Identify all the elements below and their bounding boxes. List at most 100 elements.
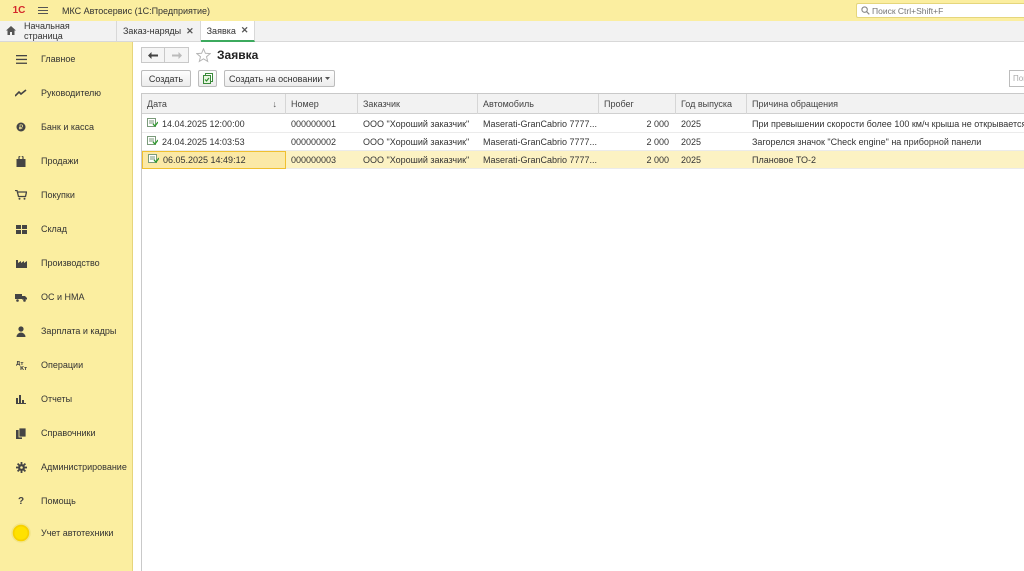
year-cell: 2025 bbox=[681, 119, 702, 129]
page-title: Заявка bbox=[217, 48, 259, 62]
tab-label: Заказ-наряды bbox=[123, 26, 182, 36]
form-header: Заявка bbox=[141, 47, 258, 63]
back-button[interactable] bbox=[141, 47, 165, 63]
sidebar-item-warehouse[interactable]: Склад bbox=[0, 219, 133, 239]
column-header-year[interactable]: Год выпуска bbox=[676, 94, 747, 114]
table-header: Дата ↓ Номер Заказчик Автомобиль Пробег … bbox=[142, 94, 1024, 114]
sidebar-item-production[interactable]: Производство bbox=[0, 253, 133, 273]
close-icon[interactable]: ✕ bbox=[241, 25, 249, 36]
create-button[interactable]: Создать bbox=[141, 70, 191, 87]
reason-cell: Плановое ТО-2 bbox=[752, 155, 816, 165]
year-cell: 2025 bbox=[681, 155, 702, 165]
sidebar-item-catalogs[interactable]: Справочники bbox=[0, 423, 133, 443]
sidebar-item-purchases[interactable]: Покупки bbox=[0, 185, 133, 205]
form-area: Заявка Создать Создать на основании Поис… bbox=[134, 42, 1024, 571]
column-header-number[interactable]: Номер bbox=[286, 94, 358, 114]
customer-cell: ООО "Хороший заказчик" bbox=[363, 155, 470, 165]
sidebar-item-reports[interactable]: Отчеты bbox=[0, 389, 133, 409]
column-header-date[interactable]: Дата ↓ bbox=[142, 94, 286, 114]
number-cell: 000000001 bbox=[291, 119, 337, 129]
warehouse-icon bbox=[14, 222, 28, 236]
document-posted-icon bbox=[147, 133, 159, 151]
column-label: Дата bbox=[147, 99, 167, 109]
app-logo: 1С bbox=[12, 5, 26, 16]
create-based-on-button[interactable]: Создать на основании bbox=[224, 70, 335, 87]
svg-text:₽: ₽ bbox=[19, 124, 24, 132]
reason-cell: Загорелся значок "Check engine" на прибо… bbox=[752, 137, 982, 147]
car-cell: Maserati-GranCabrio 7777... bbox=[483, 137, 598, 147]
app-title: МКС Автосервис (1С:Предприятие) bbox=[62, 5, 211, 16]
mileage-cell: 2 000 bbox=[646, 155, 669, 165]
date-value: 06.05.2025 14:49:12 bbox=[163, 155, 246, 165]
column-header-mileage[interactable]: Пробег bbox=[599, 94, 676, 114]
list-search-input[interactable]: Поиск (Ctrl+F) bbox=[1009, 70, 1024, 87]
document-posted-icon bbox=[148, 152, 160, 168]
mileage-cell: 2 000 bbox=[646, 119, 669, 129]
customer-cell: ООО "Хороший заказчик" bbox=[363, 137, 470, 147]
number-cell: 000000002 bbox=[291, 137, 337, 147]
date-value: 24.04.2025 14:03:53 bbox=[162, 137, 245, 147]
copy-document-icon bbox=[202, 73, 213, 84]
operations-icon: Дт Кт bbox=[14, 358, 28, 372]
requests-table: Дата ↓ Номер Заказчик Автомобиль Пробег … bbox=[141, 93, 1024, 571]
sidebar-item-manager[interactable]: Руководителю bbox=[0, 83, 133, 103]
main-menu-icon[interactable] bbox=[38, 6, 48, 15]
forward-button[interactable] bbox=[165, 47, 189, 63]
sidebar-item-vehicle-accounting[interactable]: Учет автотехники bbox=[0, 523, 133, 543]
table-row[interactable]: 24.04.2025 14:03:53 000000002 ООО "Хорош… bbox=[142, 133, 1024, 151]
person-icon bbox=[14, 324, 28, 338]
date-cell: 06.05.2025 14:49:12 bbox=[142, 151, 286, 169]
car-cell: Maserati-GranCabrio 7777... bbox=[483, 155, 598, 165]
table-row[interactable]: 14.04.2025 12:00:00 000000001 ООО "Хорош… bbox=[142, 115, 1024, 133]
books-icon bbox=[14, 426, 28, 440]
table-row-selected[interactable]: 06.05.2025 14:49:12 000000003 ООО "Хорош… bbox=[142, 151, 1024, 169]
home-icon bbox=[6, 25, 16, 37]
truck-icon bbox=[14, 290, 28, 304]
global-search[interactable] bbox=[856, 3, 1024, 18]
question-icon: ? bbox=[17, 495, 25, 507]
title-bar: 1С МКС Автосервис (1С:Предприятие) bbox=[0, 0, 1024, 21]
command-bar: Создать Создать на основании bbox=[141, 70, 335, 87]
column-header-car[interactable]: Автомобиль bbox=[478, 94, 599, 114]
sidebar-item-operations[interactable]: Дт Кт Операции bbox=[0, 355, 133, 375]
coin-icon: ₽ bbox=[14, 120, 28, 134]
bag-icon bbox=[14, 154, 28, 168]
sidebar-item-fixed-assets[interactable]: ОС и НМА bbox=[0, 287, 133, 307]
tab-label: Начальная страница bbox=[24, 21, 70, 41]
svg-text:Кт: Кт bbox=[20, 366, 27, 370]
column-header-customer[interactable]: Заказчик bbox=[358, 94, 478, 114]
sidebar-item-sales[interactable]: Продажи bbox=[0, 151, 133, 171]
yellow-circle-icon bbox=[11, 523, 31, 543]
car-cell: Maserati-GranCabrio 7777... bbox=[483, 119, 598, 129]
star-icon[interactable] bbox=[195, 47, 211, 63]
customer-cell: ООО "Хороший заказчик" bbox=[363, 119, 470, 129]
sidebar-item-payroll[interactable]: Зарплата и кадры bbox=[0, 321, 133, 341]
column-header-reason[interactable]: Причина обращения bbox=[747, 94, 1024, 114]
date-cell: 14.04.2025 12:00:00 bbox=[142, 115, 286, 133]
tab-work-orders[interactable]: Заказ-наряды ✕ bbox=[117, 21, 201, 41]
open-tabs-bar: Начальная страница Заказ-наряды ✕ Заявка… bbox=[0, 21, 1024, 42]
document-posted-icon bbox=[147, 115, 159, 133]
sort-desc-icon: ↓ bbox=[272, 99, 278, 109]
number-cell: 000000003 bbox=[291, 155, 337, 165]
sidebar-item-administration[interactable]: Администрирование bbox=[0, 457, 133, 477]
close-icon[interactable]: ✕ bbox=[186, 26, 194, 37]
tab-request[interactable]: Заявка ✕ bbox=[200, 21, 256, 42]
create-based-on-label: Создать на основании bbox=[229, 73, 323, 84]
bar-chart-icon bbox=[14, 392, 28, 406]
tab-home[interactable]: Начальная страница bbox=[0, 21, 117, 41]
factory-icon bbox=[14, 256, 28, 270]
reason-cell: При превышении скорости более 100 км/ч к… bbox=[752, 119, 1024, 129]
sidebar-item-help[interactable]: ? Помощь bbox=[0, 491, 133, 511]
chevron-down-icon bbox=[325, 77, 330, 80]
copy-button[interactable] bbox=[198, 70, 217, 87]
global-search-input[interactable] bbox=[872, 5, 1012, 16]
mileage-cell: 2 000 bbox=[646, 137, 669, 147]
year-cell: 2025 bbox=[681, 137, 702, 147]
tab-label: Заявка bbox=[206, 25, 236, 36]
sidebar-item-main[interactable]: Главное bbox=[0, 49, 133, 69]
cart-icon bbox=[14, 188, 28, 202]
menu-lines-icon bbox=[14, 52, 28, 66]
arrow-left-icon bbox=[148, 51, 158, 59]
sidebar-item-bank[interactable]: ₽ Банк и касса bbox=[0, 117, 133, 137]
